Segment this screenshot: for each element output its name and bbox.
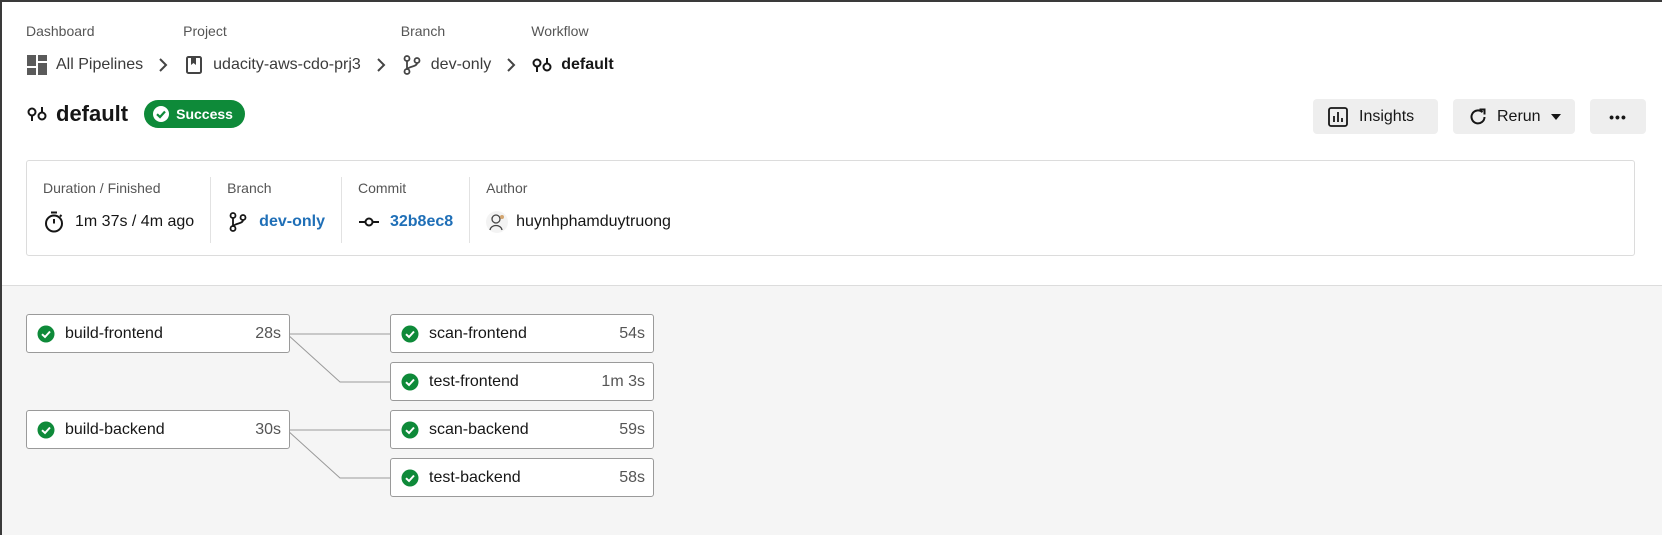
job-build-frontend[interactable]: build-frontend 28s bbox=[26, 314, 290, 353]
breadcrumb-text: default bbox=[561, 56, 614, 73]
commit-link[interactable]: 32b8ec8 bbox=[390, 213, 453, 231]
breadcrumb-value[interactable]: udacity-aws-cdo-prj3 bbox=[183, 54, 361, 76]
job-name: test-frontend bbox=[429, 372, 519, 390]
chevron-right-icon bbox=[153, 54, 173, 76]
breadcrumb-project[interactable]: Project udacity-aws-cdo-prj3 bbox=[183, 22, 361, 76]
job-name: scan-frontend bbox=[429, 324, 527, 342]
breadcrumb: Dashboard All Pipelines Project udacity-… bbox=[26, 22, 614, 76]
rerun-button[interactable]: Rerun bbox=[1453, 99, 1575, 134]
duration-section: Duration / Finished 1m 37s / 4m ago bbox=[27, 177, 210, 243]
breadcrumb-value[interactable]: All Pipelines bbox=[26, 54, 143, 76]
avatar bbox=[486, 211, 509, 233]
insights-button[interactable]: Insights bbox=[1313, 99, 1438, 134]
status-badge: Success bbox=[144, 100, 245, 128]
stopwatch-icon bbox=[43, 211, 65, 233]
bookmark-icon bbox=[183, 54, 205, 76]
branch-section: Branch dev-only bbox=[210, 177, 341, 243]
branch-link[interactable]: dev-only bbox=[259, 213, 325, 231]
breadcrumb-value[interactable]: default bbox=[531, 54, 614, 76]
breadcrumb-label: Branch bbox=[400, 23, 446, 39]
header-actions: Insights Rerun ••• bbox=[1298, 99, 1646, 134]
duration-value: 1m 37s / 4m ago bbox=[75, 213, 195, 230]
rerun-label: Rerun bbox=[1497, 107, 1541, 125]
check-circle-icon bbox=[37, 421, 55, 439]
job-duration: 59s bbox=[619, 420, 645, 438]
insights-label: Insights bbox=[1359, 107, 1415, 125]
job-duration: 1m 3s bbox=[601, 372, 645, 390]
author-section: Author huynhphamduytruong bbox=[469, 177, 687, 243]
job-duration: 28s bbox=[255, 324, 281, 342]
job-name: build-frontend bbox=[65, 324, 163, 342]
author-label: Author bbox=[486, 180, 528, 196]
branch-icon bbox=[227, 211, 249, 233]
author-name: huynhphamduytruong bbox=[516, 213, 671, 230]
more-options-button[interactable]: ••• bbox=[1590, 99, 1646, 134]
breadcrumb-label: Workflow bbox=[531, 23, 589, 39]
workflow-icon bbox=[531, 54, 553, 76]
job-duration: 58s bbox=[619, 468, 645, 486]
commit-section: Commit 32b8ec8 bbox=[340, 177, 469, 243]
job-duration: 54s bbox=[619, 324, 645, 342]
breadcrumb-dashboard[interactable]: Dashboard All Pipelines bbox=[26, 22, 143, 76]
branch-icon bbox=[401, 54, 423, 76]
job-scan-frontend[interactable]: scan-frontend 54s bbox=[390, 314, 654, 353]
breadcrumb-value[interactable]: dev-only bbox=[401, 54, 491, 76]
breadcrumb-label: Project bbox=[183, 23, 227, 39]
check-circle-icon bbox=[401, 469, 419, 487]
breadcrumb-text: All Pipelines bbox=[56, 56, 144, 73]
refresh-icon bbox=[1467, 106, 1489, 128]
more-dots-icon: ••• bbox=[1609, 108, 1627, 125]
commit-icon bbox=[358, 211, 380, 233]
job-build-backend[interactable]: build-backend 30s bbox=[26, 410, 290, 449]
bar-chart-icon bbox=[1327, 106, 1349, 128]
title-row: default Success bbox=[26, 100, 245, 128]
check-circle-icon bbox=[152, 105, 170, 123]
check-circle-icon bbox=[37, 325, 55, 343]
job-duration: 30s bbox=[255, 420, 281, 438]
check-circle-icon bbox=[401, 373, 419, 391]
breadcrumb-text: udacity-aws-cdo-prj3 bbox=[213, 56, 361, 73]
breadcrumb-label: Dashboard bbox=[26, 23, 95, 39]
job-name: build-backend bbox=[65, 420, 165, 438]
status-text: Success bbox=[176, 106, 233, 122]
job-scan-backend[interactable]: scan-backend 59s bbox=[390, 410, 654, 449]
job-name: scan-backend bbox=[429, 420, 529, 438]
page-title: default bbox=[56, 101, 129, 126]
workflow-info-panel: Duration / Finished 1m 37s / 4m ago Bran… bbox=[26, 160, 1635, 256]
author-value-row: huynhphamduytruong bbox=[486, 211, 671, 233]
chevron-right-icon bbox=[371, 54, 391, 76]
duration-label: Duration / Finished bbox=[43, 180, 161, 196]
commit-value-row[interactable]: 32b8ec8 bbox=[358, 211, 453, 233]
job-name: test-backend bbox=[429, 468, 521, 486]
workflow-graph: build-frontend 28s build-backend 30s sca… bbox=[2, 285, 1662, 535]
job-test-frontend[interactable]: test-frontend 1m 3s bbox=[390, 362, 654, 401]
breadcrumb-text: dev-only bbox=[430, 56, 492, 73]
job-test-backend[interactable]: test-backend 58s bbox=[390, 458, 654, 497]
commit-label: Commit bbox=[357, 180, 407, 196]
check-circle-icon bbox=[401, 325, 419, 343]
branch-label: Branch bbox=[227, 180, 272, 196]
chevron-right-icon bbox=[501, 54, 521, 76]
branch-value-row[interactable]: dev-only bbox=[227, 211, 325, 233]
duration-value-row: 1m 37s / 4m ago bbox=[43, 211, 194, 233]
breadcrumb-workflow[interactable]: Workflow default bbox=[531, 22, 613, 76]
dashboard-grid-icon bbox=[26, 54, 48, 76]
breadcrumb-branch[interactable]: Branch dev-only bbox=[401, 22, 491, 76]
workflow-icon bbox=[26, 103, 48, 125]
check-circle-icon bbox=[401, 421, 419, 439]
caret-down-icon bbox=[1550, 112, 1561, 122]
